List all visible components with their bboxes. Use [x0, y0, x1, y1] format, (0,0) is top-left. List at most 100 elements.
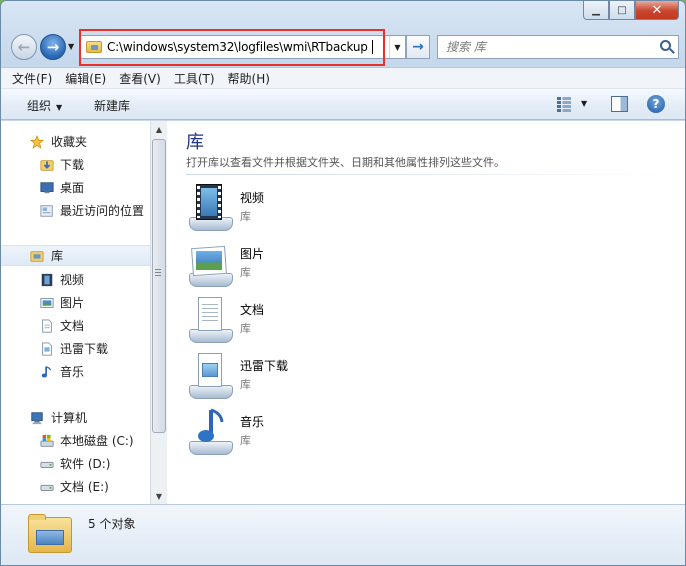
- nav-libraries[interactable]: 库: [1, 245, 150, 266]
- nav-item-thunder-downloads[interactable]: 迅雷下载: [1, 338, 150, 359]
- downloads-folder-icon: [40, 159, 54, 171]
- back-button[interactable]: ←: [11, 34, 37, 60]
- maximize-button[interactable]: □: [609, 1, 635, 20]
- help-icon[interactable]: ?: [647, 95, 665, 113]
- library-name: 图片: [240, 247, 265, 261]
- document-library-icon: [185, 295, 235, 345]
- view-options-dropdown[interactable]: ▼: [581, 99, 587, 108]
- nav-item-label: 文档: [60, 319, 85, 333]
- nav-item-pictures[interactable]: 图片: [1, 292, 150, 313]
- item-count: 5 个对象: [88, 517, 136, 531]
- music-note-icon: [41, 365, 52, 378]
- library-item-documents[interactable]: 文档 库: [185, 295, 385, 345]
- organize-button[interactable]: 组织 ▼: [27, 97, 62, 114]
- scroll-up-button[interactable]: ▲: [151, 121, 167, 137]
- nav-item-label: 软件 (D:): [60, 457, 111, 471]
- menu-bar: 文件(F) 编辑(E) 查看(V) 工具(T) 帮助(H): [1, 67, 685, 89]
- scroll-grip: [155, 269, 161, 277]
- nav-item-label: 迅雷下载: [60, 342, 109, 356]
- scroll-thumb[interactable]: [152, 139, 166, 433]
- page-title: 库: [186, 132, 204, 153]
- nav-libraries-label: 库: [51, 249, 64, 263]
- library-type: 库: [240, 322, 251, 335]
- library-type: 库: [240, 378, 251, 391]
- star-icon: [29, 134, 45, 149]
- libraries-icon: [30, 250, 44, 262]
- close-button[interactable]: ✕: [635, 1, 679, 20]
- system-drive-icon: [40, 434, 54, 447]
- chevron-down-icon: ▼: [56, 103, 63, 112]
- nav-computer[interactable]: 计算机: [1, 407, 150, 428]
- text-caret: [371, 40, 373, 54]
- address-path[interactable]: C:\windows\system32\logfiles\wmi\RTbacku…: [107, 40, 368, 54]
- change-view-icon[interactable]: [557, 96, 573, 112]
- document-icon: [42, 318, 52, 333]
- navigation-pane: 收藏夹 下载 桌面 最近访问的位置 库 视频 图片 文档 迅雷下载 音乐 计算机…: [1, 121, 150, 504]
- menu-help[interactable]: 帮助(H): [228, 70, 270, 87]
- recent-places-icon: [40, 204, 53, 217]
- nav-item-downloads[interactable]: 下载: [1, 154, 150, 175]
- library-name: 视频: [240, 191, 265, 205]
- address-dropdown-button[interactable]: ▼: [389, 36, 405, 58]
- download-library-icon: [42, 341, 52, 356]
- content-pane: 库 打开库以查看文件并根据文件夹、日期和其他属性排列这些文件。 视频 库 图片 …: [167, 121, 685, 504]
- desktop-icon: [40, 181, 54, 193]
- library-item-thunder-downloads[interactable]: 迅雷下载 库: [185, 351, 385, 401]
- drive-icon: [40, 461, 54, 468]
- preview-pane-icon[interactable]: [611, 96, 628, 112]
- forward-button[interactable]: →: [40, 34, 66, 60]
- details-pane: 5 个对象: [1, 504, 685, 565]
- go-button[interactable]: →: [406, 35, 430, 59]
- library-type: 库: [240, 210, 251, 223]
- new-library-button[interactable]: 新建库: [94, 97, 130, 114]
- window-controls: ▁ □ ✕: [583, 1, 679, 20]
- nav-item-label: 本地磁盘 (C:): [60, 434, 134, 448]
- library-item-pictures[interactable]: 图片 库: [185, 239, 385, 289]
- nav-favorites[interactable]: 收藏夹: [1, 131, 150, 152]
- nav-item-drive-e[interactable]: 文档 (E:): [1, 476, 150, 497]
- computer-icon: [31, 411, 43, 424]
- library-name: 文档: [240, 303, 265, 317]
- picture-icon: [40, 297, 54, 308]
- nav-item-recent-places[interactable]: 最近访问的位置: [1, 200, 150, 221]
- nav-pane-scrollbar[interactable]: ▲ ▼: [150, 121, 167, 504]
- nav-item-documents[interactable]: 文档: [1, 315, 150, 336]
- nav-item-desktop[interactable]: 桌面: [1, 177, 150, 198]
- menu-view[interactable]: 查看(V): [119, 70, 161, 87]
- nav-computer-label: 计算机: [51, 411, 88, 425]
- library-item-videos[interactable]: 视频 库: [185, 183, 385, 233]
- nav-item-label: 音乐: [60, 365, 85, 379]
- library-type: 库: [240, 434, 251, 447]
- menu-file[interactable]: 文件(F): [12, 70, 52, 87]
- recent-pages-dropdown[interactable]: ▼: [68, 42, 74, 51]
- address-bar[interactable]: C:\windows\system32\logfiles\wmi\RTbacku…: [80, 35, 406, 59]
- command-bar: 组织 ▼ 新建库 ▼ ?: [1, 89, 685, 120]
- nav-item-drive-d[interactable]: 软件 (D:): [1, 453, 150, 474]
- libraries-folder-icon: [27, 513, 73, 555]
- nav-item-label: 视频: [60, 273, 85, 287]
- library-name: 音乐: [240, 415, 265, 429]
- search-box[interactable]: [437, 35, 679, 59]
- search-icon[interactable]: [660, 40, 671, 51]
- minimize-button[interactable]: ▁: [583, 1, 609, 20]
- menu-edit[interactable]: 编辑(E): [65, 70, 106, 87]
- library-name: 迅雷下载: [240, 359, 289, 373]
- page-description: 打开库以查看文件并根据文件夹、日期和其他属性排列这些文件。: [186, 156, 505, 169]
- video-library-icon: [185, 183, 235, 233]
- nav-item-label: 最近访问的位置: [60, 204, 145, 218]
- scroll-down-button[interactable]: ▼: [151, 488, 167, 504]
- organize-label: 组织: [27, 99, 52, 113]
- nav-item-label: 下载: [60, 158, 85, 172]
- menu-tools[interactable]: 工具(T): [174, 70, 215, 87]
- nav-favorites-label: 收藏夹: [51, 135, 88, 149]
- search-input[interactable]: [446, 40, 646, 54]
- nav-item-music[interactable]: 音乐: [1, 361, 150, 382]
- library-item-music[interactable]: 音乐 库: [185, 407, 385, 457]
- music-library-icon: [185, 407, 235, 457]
- nav-item-drive-c[interactable]: 本地磁盘 (C:): [1, 430, 150, 451]
- library-folder-icon: [86, 41, 102, 53]
- nav-item-label: 文档 (E:): [60, 480, 109, 494]
- navigation-row: ← → ▼ C:\windows\system32\logfiles\wmi\R…: [1, 31, 685, 65]
- nav-item-videos[interactable]: 视频: [1, 269, 150, 290]
- title-divider: [186, 174, 676, 175]
